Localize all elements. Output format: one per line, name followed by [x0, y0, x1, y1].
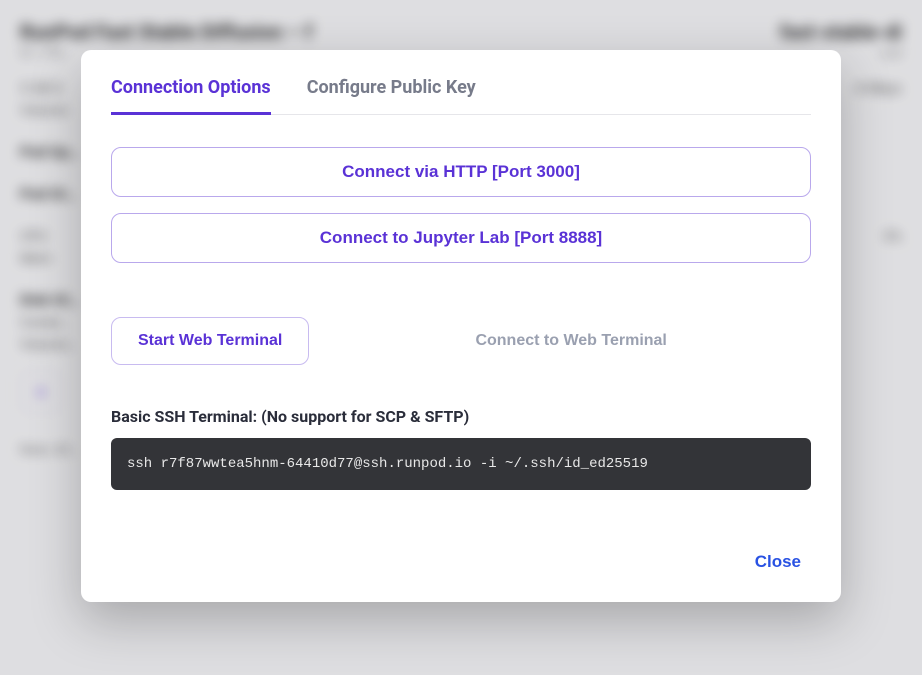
tab-configure-public-key[interactable]: Configure Public Key	[307, 77, 476, 115]
connection-modal: Connection Options Configure Public Key …	[81, 50, 841, 602]
close-button[interactable]: Close	[745, 546, 811, 578]
connect-jupyter-button[interactable]: Connect to Jupyter Lab [Port 8888]	[111, 213, 811, 263]
ssh-command-box[interactable]: ssh r7f87wwtea5hnm-64410d77@ssh.runpod.i…	[111, 438, 811, 490]
modal-overlay: Connection Options Configure Public Key …	[0, 0, 922, 675]
tab-connection-options[interactable]: Connection Options	[111, 77, 271, 115]
connect-web-terminal-button: Connect to Web Terminal	[331, 317, 811, 365]
modal-tabs: Connection Options Configure Public Key	[111, 76, 811, 115]
start-web-terminal-button[interactable]: Start Web Terminal	[111, 317, 309, 365]
ssh-terminal-label: Basic SSH Terminal: (No support for SCP …	[111, 407, 811, 426]
connect-http-button[interactable]: Connect via HTTP [Port 3000]	[111, 147, 811, 197]
terminal-row: Start Web Terminal Connect to Web Termin…	[111, 317, 811, 365]
modal-footer: Close	[111, 546, 811, 578]
